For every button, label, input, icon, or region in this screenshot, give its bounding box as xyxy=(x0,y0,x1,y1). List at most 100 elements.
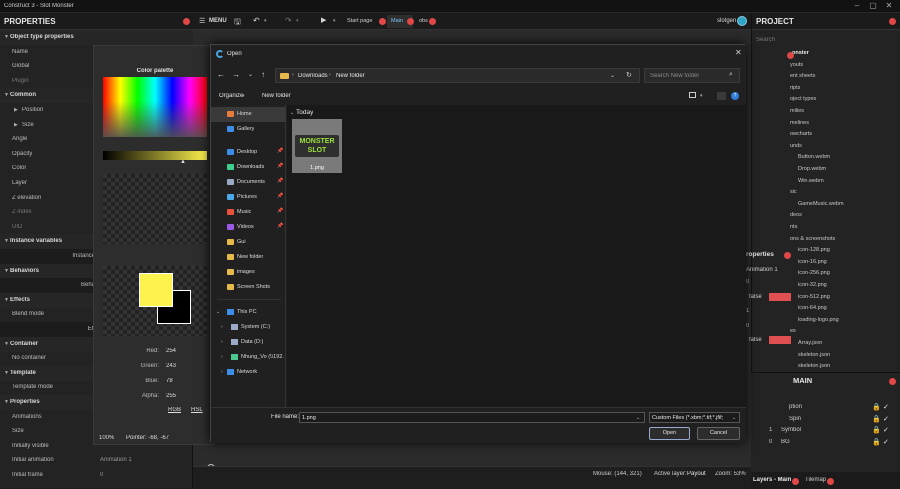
color-spectrum[interactable] xyxy=(103,77,207,137)
tab-tilemap[interactable]: Tilemap xyxy=(805,477,826,483)
project-close-icon[interactable] xyxy=(889,18,896,25)
collapse-icon[interactable]: ▼ xyxy=(4,92,9,98)
tree-item[interactable]: › Nhung_Vo (\\192. xyxy=(211,350,286,365)
project-tree-item[interactable]: ripts xyxy=(752,83,900,95)
brightness-slider[interactable] xyxy=(103,151,207,160)
collapse-icon[interactable]: ▼ xyxy=(4,399,9,405)
nav-item-home[interactable]: Home xyxy=(211,107,286,122)
close-window-button[interactable]: ✕ xyxy=(882,1,896,11)
nav-item-videos[interactable]: Videos 📌 xyxy=(211,220,286,235)
tree-item[interactable]: › Network xyxy=(211,365,286,380)
rgb-mode-link[interactable]: RGB xyxy=(168,407,181,413)
project-tree-item[interactable]: nts xyxy=(752,222,900,234)
project-tree-item[interactable]: onster xyxy=(752,48,900,60)
tree-item[interactable]: ⌄ This PC xyxy=(211,305,286,320)
view-options-icon[interactable] xyxy=(689,92,696,98)
lock-icon[interactable]: 🔒 xyxy=(872,403,881,411)
visibility-check-icon[interactable]: ✓ xyxy=(883,438,889,446)
open-button[interactable]: Open xyxy=(649,427,690,440)
file-item[interactable]: MONSTER SLOT 1.png xyxy=(292,119,342,173)
project-tree-item[interactable]: unds xyxy=(752,141,900,153)
lock-icon[interactable]: 🔒 xyxy=(872,438,881,446)
new-folder-button[interactable]: New folder xyxy=(262,93,291,99)
organize-dropdown-icon[interactable]: ▾ xyxy=(242,93,245,99)
back-icon[interactable]: ← xyxy=(217,70,225,79)
swatch-grid[interactable] xyxy=(103,174,207,244)
project-property-value[interactable]: false xyxy=(749,337,762,343)
collapse-icon[interactable]: ▼ xyxy=(4,297,9,303)
undo-icon[interactable]: ↶ xyxy=(253,16,260,25)
file-type-select[interactable]: Custom Files (*.xbm;*.tif;*.jfif; ⌄ xyxy=(649,412,740,423)
lock-icon[interactable]: 🔒 xyxy=(872,415,881,423)
recent-locations-icon[interactable]: ⌄ xyxy=(248,71,253,78)
minimize-button[interactable]: – xyxy=(850,1,864,11)
alpha-value[interactable]: 255 xyxy=(166,393,176,399)
properties-close-icon[interactable] xyxy=(183,18,190,25)
project-tree-item[interactable]: owcharts xyxy=(752,129,900,141)
forward-icon[interactable]: → xyxy=(232,70,240,79)
tab-main[interactable]: Main xyxy=(387,15,414,28)
tab-layers-main[interactable]: Layers - Main xyxy=(753,477,791,483)
layer-row[interactable]: BG 🔒 ✓ xyxy=(751,437,900,448)
tab-layers-close-icon[interactable] xyxy=(792,478,799,485)
file-list-area[interactable]: ⌄ Today MONSTER SLOT 1.png xyxy=(287,105,746,407)
project-property-value[interactable]: 0 xyxy=(746,279,749,285)
chevron-down-icon[interactable]: ⌄ xyxy=(216,309,220,315)
expand-icon[interactable]: ▶ xyxy=(14,122,18,128)
project-tree-item[interactable]: sic xyxy=(752,187,900,199)
group-collapse-icon[interactable]: ⌄ xyxy=(290,110,294,116)
nav-item-downloads[interactable]: Downloads 📌 xyxy=(211,160,286,175)
chevron-right-icon[interactable]: › xyxy=(221,339,223,345)
tab-start-page[interactable]: Start page xyxy=(343,15,386,28)
menu-icon[interactable]: ☰ xyxy=(199,17,205,25)
redo-icon[interactable]: ↷ xyxy=(285,16,292,25)
file-name-input[interactable]: 1.png ⌄ xyxy=(299,412,645,423)
dialog-close-icon[interactable]: ✕ xyxy=(735,48,742,57)
visibility-check-icon[interactable]: ✓ xyxy=(883,403,889,411)
blue-value[interactable]: 78 xyxy=(166,378,173,384)
project-tree-item[interactable]: Win.webm xyxy=(752,176,900,188)
layer-row[interactable]: Spin 🔒 ✓ xyxy=(751,414,900,425)
layers-close-icon[interactable] xyxy=(889,378,896,385)
address-dropdown-icon[interactable]: ⌄ xyxy=(610,72,615,79)
play-dropdown-icon[interactable]: ▾ xyxy=(333,18,336,24)
property-row[interactable]: ▼ Object type properties xyxy=(0,30,193,45)
layer-row[interactable]: ption 🔒 ✓ xyxy=(751,402,900,413)
file-type-dropdown-icon[interactable]: ⌄ xyxy=(732,413,736,422)
undo-dropdown-icon[interactable]: ▾ xyxy=(264,18,267,24)
red-value[interactable]: 254 xyxy=(166,348,176,354)
initial-frame-value[interactable]: 0 xyxy=(100,472,103,478)
cancel-button[interactable]: Cancel xyxy=(697,427,740,440)
search-input[interactable]: Search New folder ⌕ xyxy=(644,68,740,83)
menu-button[interactable]: MENU xyxy=(209,18,227,24)
user-avatar[interactable] xyxy=(737,16,747,26)
project-tree-item[interactable]: oject types xyxy=(752,94,900,106)
project-tree-item[interactable]: ons & screenshots xyxy=(752,234,900,246)
nav-item-desktop[interactable]: Desktop 📌 xyxy=(211,145,286,160)
project-tree-item[interactable]: melines xyxy=(752,118,900,130)
brightness-slider-handle-icon[interactable]: ▲ xyxy=(180,159,186,165)
play-icon[interactable]: ▶ xyxy=(321,16,326,24)
foreground-color-swatch[interactable] xyxy=(139,273,173,307)
project-property-value[interactable]: 0 xyxy=(746,323,749,329)
layer-row[interactable]: Symbol 🔒 ✓ xyxy=(751,425,900,436)
project-tree-item[interactable]: icon-128.png xyxy=(752,245,900,257)
initial-animation-value[interactable]: Animation 1 xyxy=(100,457,132,463)
nav-item-gui[interactable]: Gui xyxy=(211,235,286,250)
project-tree-item[interactable]: milies xyxy=(752,106,900,118)
project-property-value[interactable]: false xyxy=(749,294,762,300)
visibility-check-icon[interactable]: ✓ xyxy=(883,426,889,434)
tab-tilemap-close-icon[interactable] xyxy=(827,478,834,485)
nav-item-screen-shots[interactable]: Screen Shots xyxy=(211,280,286,295)
tree-item[interactable]: › System (C:) xyxy=(211,320,286,335)
refresh-icon[interactable]: ↻ xyxy=(626,71,632,79)
address-bar[interactable]: › Downloads › New folder ⌄ ↻ xyxy=(275,68,640,83)
tab-close-icon[interactable] xyxy=(407,18,414,25)
hsl-mode-link[interactable]: HSL xyxy=(191,407,203,413)
expand-icon[interactable]: ▶ xyxy=(14,107,18,113)
breadcrumb-new-folder[interactable]: New folder xyxy=(336,73,365,79)
tab-close-icon[interactable] xyxy=(379,18,386,25)
nav-item-pictures[interactable]: Pictures 📌 xyxy=(211,190,286,205)
help-icon[interactable]: ? xyxy=(731,92,739,100)
project-property-value[interactable]: 1 xyxy=(746,308,749,314)
